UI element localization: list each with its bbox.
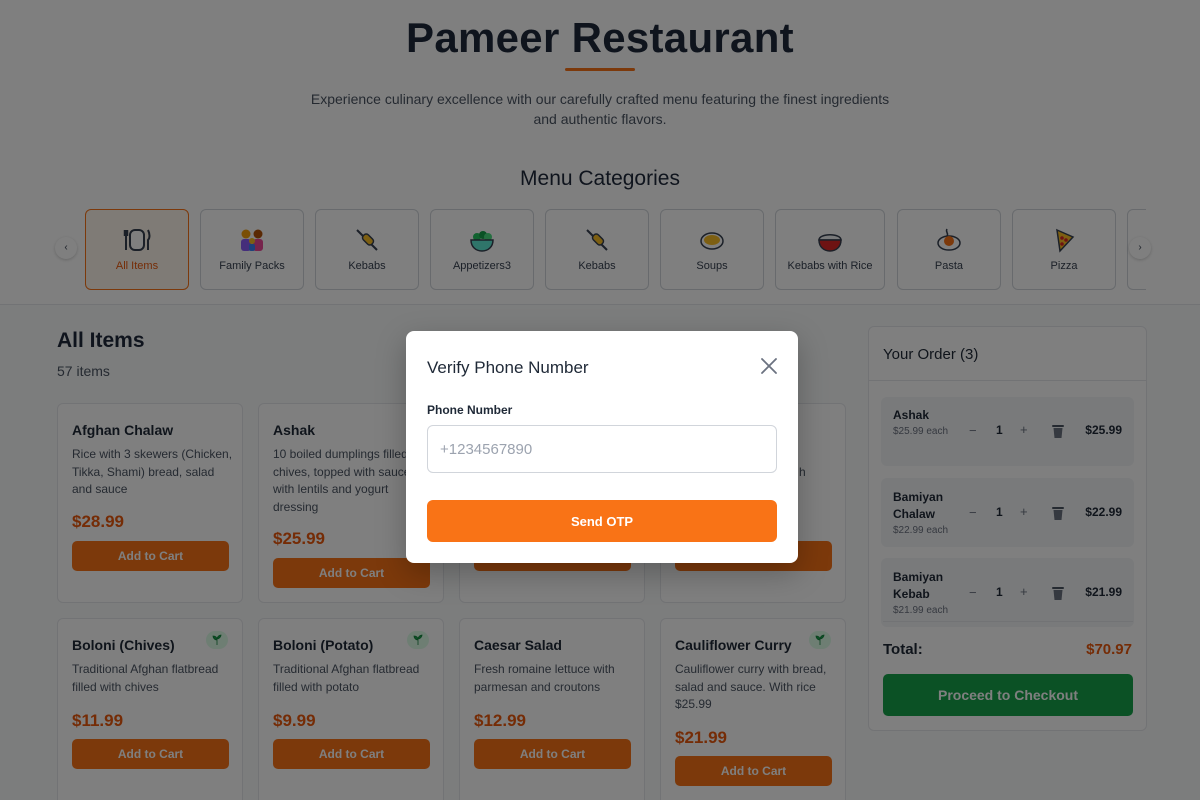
phone-number-input[interactable] bbox=[427, 425, 777, 473]
modal-title: Verify Phone Number bbox=[427, 358, 589, 377]
send-otp-button[interactable]: Send OTP bbox=[427, 500, 777, 542]
phone-number-label: Phone Number bbox=[427, 403, 513, 417]
close-icon[interactable] bbox=[760, 357, 778, 375]
verify-phone-modal: Verify Phone Number Phone Number Send OT… bbox=[406, 331, 798, 563]
